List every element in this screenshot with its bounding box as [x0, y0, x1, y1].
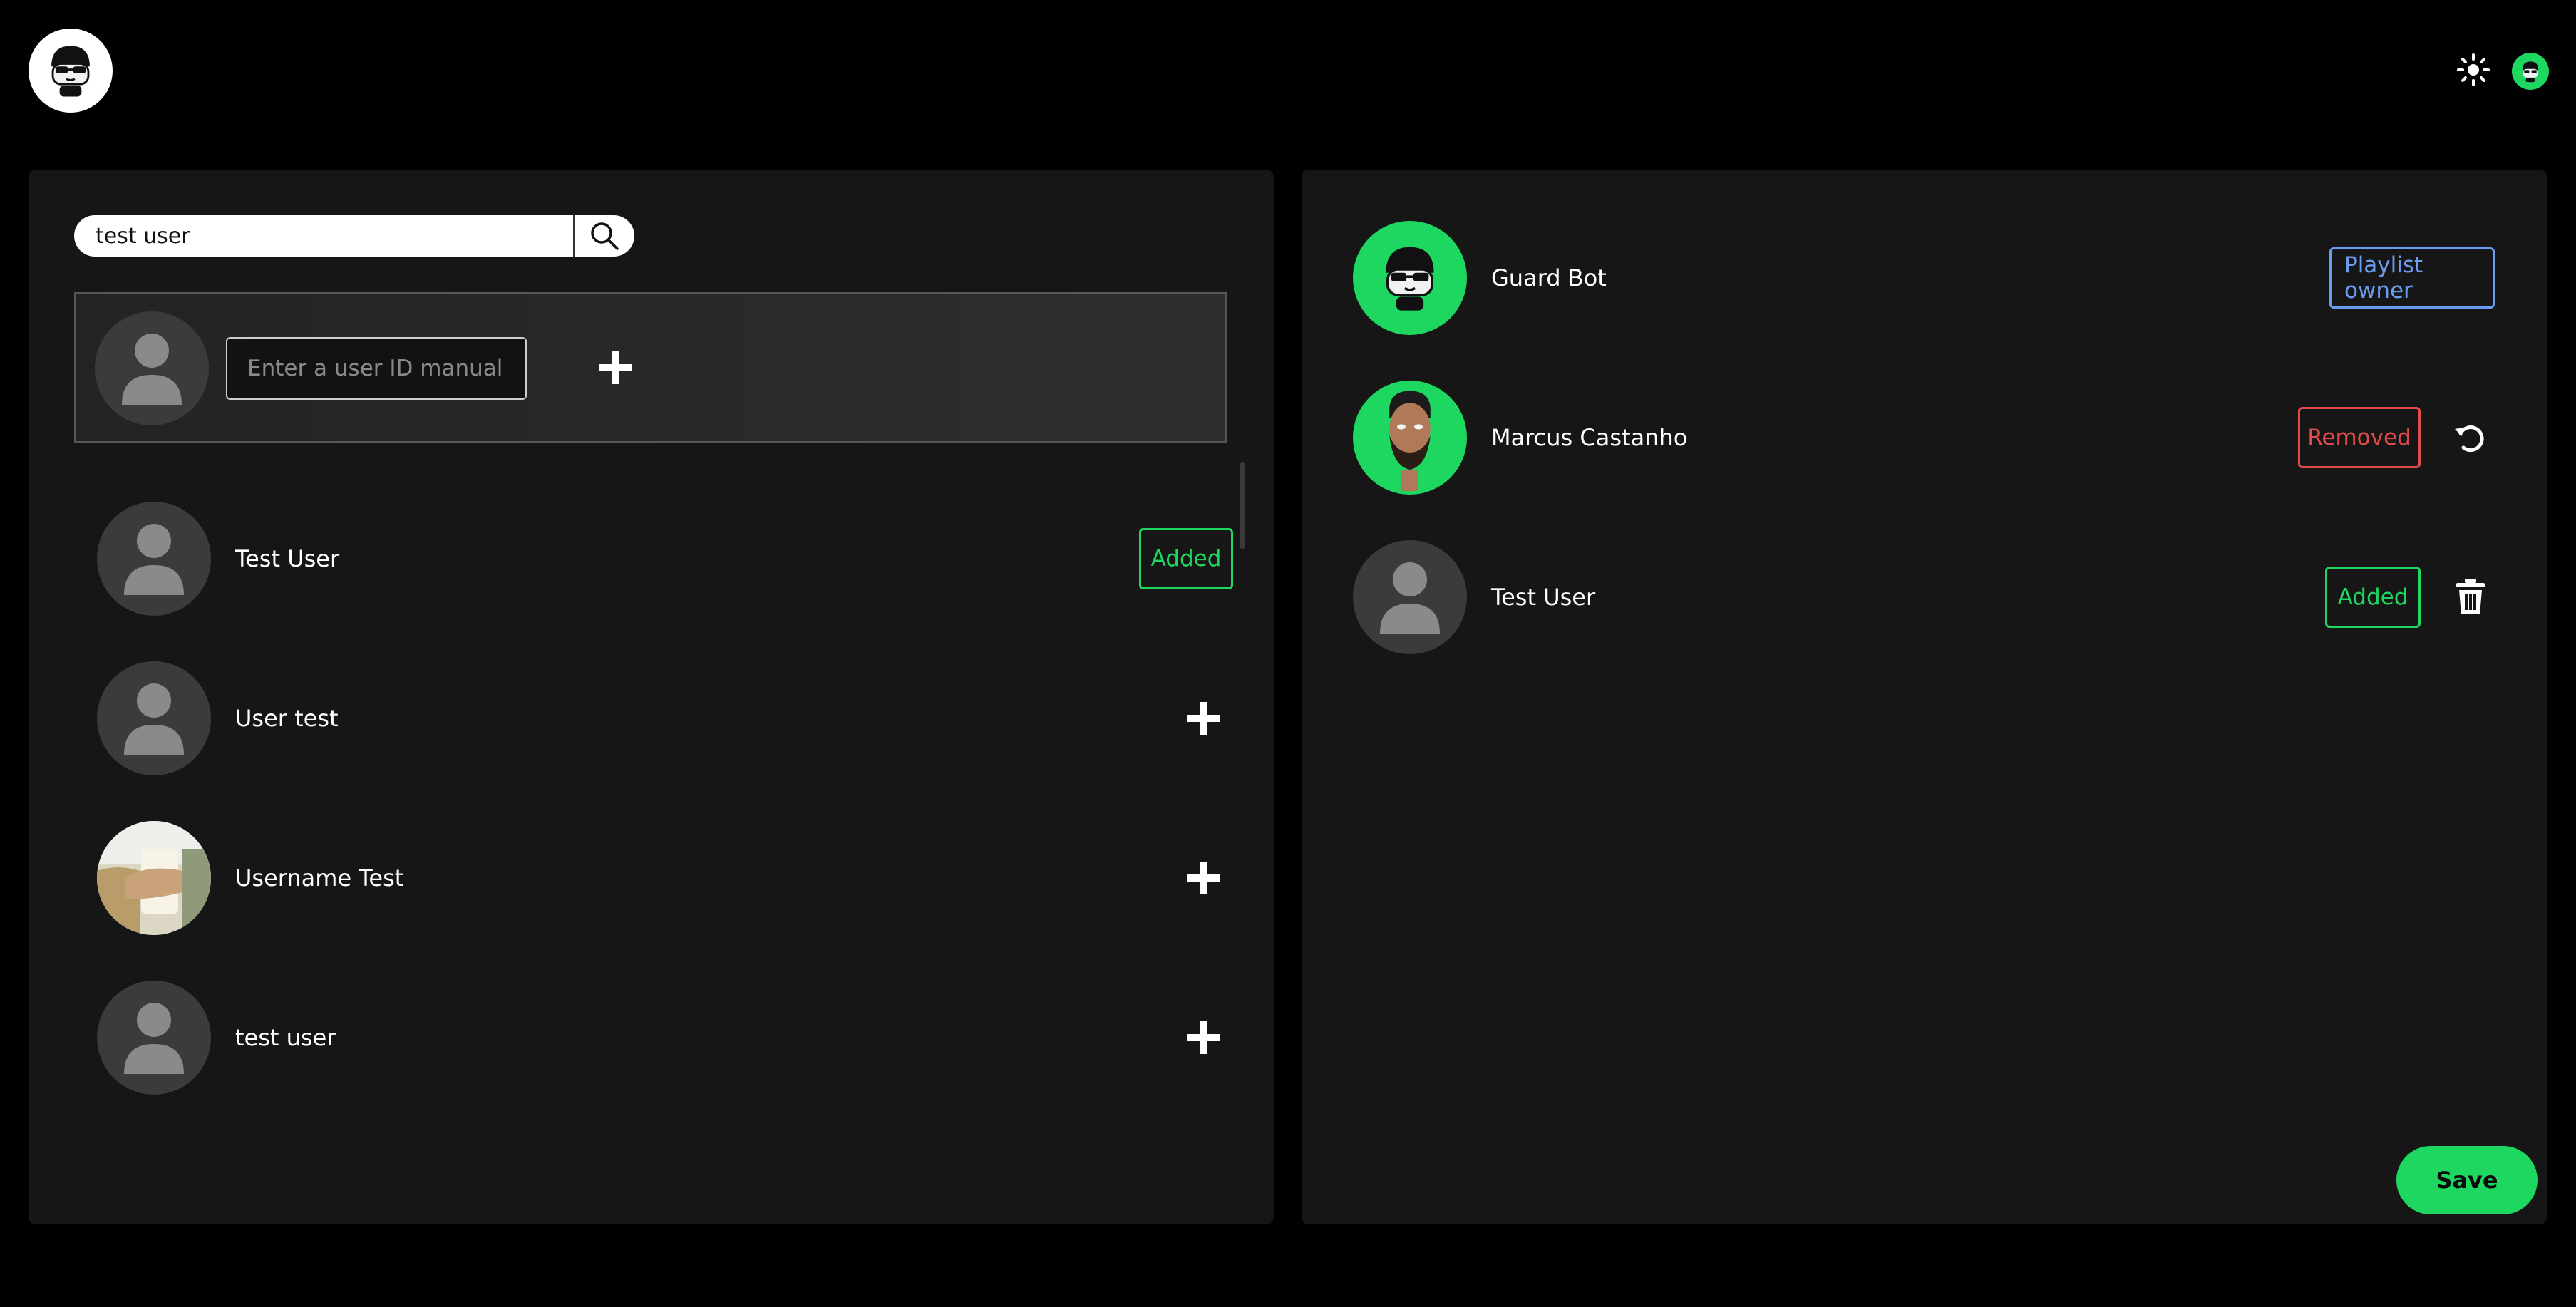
save-button[interactable]: Save: [2396, 1146, 2538, 1214]
default-user-icon: [1380, 562, 1440, 634]
trash-icon: [2456, 579, 2485, 614]
results-scrollbar[interactable]: [1240, 462, 1245, 549]
avatar: [97, 661, 211, 775]
member-name: Guard Bot: [1491, 264, 1607, 291]
avatar: [97, 821, 211, 935]
default-user-icon: [124, 524, 184, 595]
user-name: User test: [235, 705, 339, 732]
theme-toggle-button[interactable]: [2453, 50, 2493, 90]
member-name: Marcus Castanho: [1491, 424, 1688, 451]
search-button[interactable]: [573, 215, 634, 257]
search-panel: Test User Added User test: [29, 170, 1274, 1224]
search-result-row: Test User Added: [97, 502, 1237, 616]
plus-icon: [599, 351, 632, 384]
robot-face-icon: [38, 38, 103, 103]
search-icon: [591, 222, 619, 250]
member-name: Test User: [1491, 584, 1596, 611]
search-bar: [74, 215, 634, 257]
added-badge: Added: [1139, 528, 1233, 589]
search-result-row: User test: [97, 661, 1237, 775]
added-badge: Added: [2325, 567, 2421, 628]
plus-icon: [1187, 1021, 1220, 1054]
avatar: [97, 502, 211, 616]
app-logo[interactable]: [29, 29, 113, 113]
user-name: Test User: [235, 545, 340, 572]
robot-face-icon: [2522, 61, 2539, 83]
search-input[interactable]: [74, 215, 573, 257]
avatar: [1353, 540, 1467, 654]
avatar: [97, 981, 211, 1095]
undo-button[interactable]: [2449, 416, 2492, 459]
search-result-row: Username Test: [97, 821, 1237, 935]
manual-entry-card: [74, 292, 1227, 443]
removed-badge: Removed: [2298, 407, 2421, 468]
member-row: Marcus Castanho Removed: [1353, 381, 2529, 495]
default-user-icon: [124, 683, 184, 755]
photo-avatar: [97, 821, 211, 935]
search-result-row: test user: [97, 981, 1237, 1095]
member-row: Test User Added: [1353, 540, 2529, 654]
plus-icon: [1187, 862, 1220, 894]
user-id-input[interactable]: [226, 337, 527, 400]
delete-member-button[interactable]: [2449, 576, 2492, 619]
avatar: [1353, 221, 1467, 335]
app-root: Test User Added User test: [0, 0, 2576, 1307]
add-user-id-button[interactable]: [598, 350, 634, 388]
default-user-icon: [124, 1003, 184, 1074]
portrait-avatar: [1389, 391, 1431, 491]
plus-icon: [1187, 702, 1220, 735]
sun-icon: [2457, 53, 2490, 86]
robot-face-icon: [1386, 247, 1434, 311]
member-row: Guard Bot Playlist owner: [1353, 221, 2529, 335]
user-name: test user: [235, 1024, 336, 1051]
add-user-button[interactable]: [1186, 1020, 1222, 1058]
user-name: Username Test: [235, 864, 404, 892]
avatar: [1353, 381, 1467, 495]
owner-badge: Playlist owner: [2329, 247, 2495, 309]
add-user-button[interactable]: [1186, 860, 1222, 899]
avatar: [95, 311, 209, 425]
profile-avatar-button[interactable]: [2512, 53, 2549, 90]
default-user-icon: [122, 334, 182, 405]
members-panel: Guard Bot Playlist owner Marcus Castanho…: [1302, 170, 2547, 1224]
undo-icon: [2455, 425, 2484, 453]
add-user-button[interactable]: [1186, 701, 1222, 739]
